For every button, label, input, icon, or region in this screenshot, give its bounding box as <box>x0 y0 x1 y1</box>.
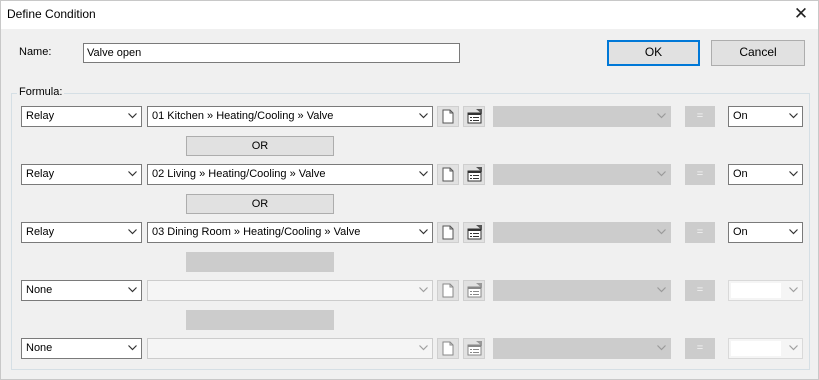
formula-label: Formula: <box>17 86 65 98</box>
condition-type-value: None <box>26 342 53 354</box>
value-text: On <box>733 110 748 122</box>
equals-button-3[interactable]: = <box>685 222 715 243</box>
properties-button-5[interactable] <box>463 338 485 359</box>
name-input[interactable]: Valve open <box>83 43 460 63</box>
properties-icon <box>467 109 482 124</box>
chevron-down-icon <box>785 281 802 300</box>
value-text <box>731 283 781 298</box>
chevron-down-icon <box>785 223 802 242</box>
value-select-1[interactable]: On <box>728 106 803 127</box>
target-value: 01 Kitchen » Heating/Cooling » Valve <box>152 110 334 122</box>
property-select-1[interactable] <box>493 106 671 127</box>
value-text: On <box>733 168 748 180</box>
property-select-2[interactable] <box>493 164 671 185</box>
value-text: On <box>733 226 748 238</box>
document-icon <box>442 283 454 298</box>
properties-button-2[interactable] <box>463 164 485 185</box>
chevron-down-icon <box>653 281 670 300</box>
target-value: 03 Dining Room » Heating/Cooling » Valve <box>152 226 361 238</box>
close-icon[interactable]: ✕ <box>790 4 812 26</box>
name-label: Name: <box>19 46 52 58</box>
operator-button-2[interactable]: OR <box>186 194 334 214</box>
document-button-3[interactable] <box>437 222 459 243</box>
equals-button-4[interactable]: = <box>685 280 715 301</box>
condition-type-select-4[interactable]: None <box>21 280 142 301</box>
chevron-down-icon <box>124 165 141 184</box>
properties-icon <box>467 167 482 182</box>
value-select-4[interactable] <box>728 280 803 301</box>
equals-button-5[interactable]: = <box>685 338 715 359</box>
value-select-5[interactable] <box>728 338 803 359</box>
target-select-3[interactable]: 03 Dining Room » Heating/Cooling » Valve <box>147 222 433 243</box>
properties-button-4[interactable] <box>463 280 485 301</box>
property-select-4[interactable] <box>493 280 671 301</box>
document-button-4[interactable] <box>437 280 459 301</box>
chevron-down-icon <box>124 339 141 358</box>
chevron-down-icon <box>785 339 802 358</box>
value-select-2[interactable]: On <box>728 164 803 185</box>
chevron-down-icon <box>415 107 432 126</box>
chevron-down-icon <box>124 223 141 242</box>
chevron-down-icon <box>785 107 802 126</box>
define-condition-dialog: Define Condition ✕ Name: Valve open OK C… <box>0 0 819 380</box>
condition-type-value: Relay <box>26 110 55 122</box>
document-button-2[interactable] <box>437 164 459 185</box>
properties-button-1[interactable] <box>463 106 485 127</box>
chevron-down-icon <box>653 223 670 242</box>
equals-button-1[interactable]: = <box>685 106 715 127</box>
title-bar: Define Condition ✕ <box>1 1 818 29</box>
operator-button-3[interactable] <box>186 252 334 272</box>
value-select-3[interactable]: On <box>728 222 803 243</box>
cancel-button[interactable]: Cancel <box>711 40 805 66</box>
property-select-5[interactable] <box>493 338 671 359</box>
condition-type-select-1[interactable]: Relay <box>21 106 142 127</box>
document-icon <box>442 225 454 240</box>
target-value: 02 Living » Heating/Cooling » Valve <box>152 168 326 180</box>
chevron-down-icon <box>415 165 432 184</box>
condition-type-select-2[interactable]: Relay <box>21 164 142 185</box>
condition-type-value: Relay <box>26 168 55 180</box>
document-icon <box>442 341 454 356</box>
chevron-down-icon <box>415 223 432 242</box>
properties-icon <box>467 225 482 240</box>
chevron-down-icon <box>124 107 141 126</box>
equals-button-2[interactable]: = <box>685 164 715 185</box>
target-select-4[interactable] <box>147 280 433 301</box>
chevron-down-icon <box>653 339 670 358</box>
ok-button[interactable]: OK <box>607 40 700 66</box>
chevron-down-icon <box>124 281 141 300</box>
document-button-1[interactable] <box>437 106 459 127</box>
target-select-2[interactable]: 02 Living » Heating/Cooling » Valve <box>147 164 433 185</box>
operator-button-4[interactable] <box>186 310 334 330</box>
document-icon <box>442 109 454 124</box>
chevron-down-icon <box>415 281 432 300</box>
condition-type-select-3[interactable]: Relay <box>21 222 142 243</box>
chevron-down-icon <box>653 165 670 184</box>
target-select-5[interactable] <box>147 338 433 359</box>
properties-button-3[interactable] <box>463 222 485 243</box>
chevron-down-icon <box>415 339 432 358</box>
property-select-3[interactable] <box>493 222 671 243</box>
target-select-1[interactable]: 01 Kitchen » Heating/Cooling » Valve <box>147 106 433 127</box>
condition-type-select-5[interactable]: None <box>21 338 142 359</box>
condition-type-value: Relay <box>26 226 55 238</box>
chevron-down-icon <box>653 107 670 126</box>
condition-type-value: None <box>26 284 53 296</box>
properties-icon <box>467 341 482 356</box>
chevron-down-icon <box>785 165 802 184</box>
operator-button-1[interactable]: OR <box>186 136 334 156</box>
dialog-title: Define Condition <box>7 7 96 21</box>
document-icon <box>442 167 454 182</box>
document-button-5[interactable] <box>437 338 459 359</box>
value-text <box>731 341 781 356</box>
properties-icon <box>467 283 482 298</box>
